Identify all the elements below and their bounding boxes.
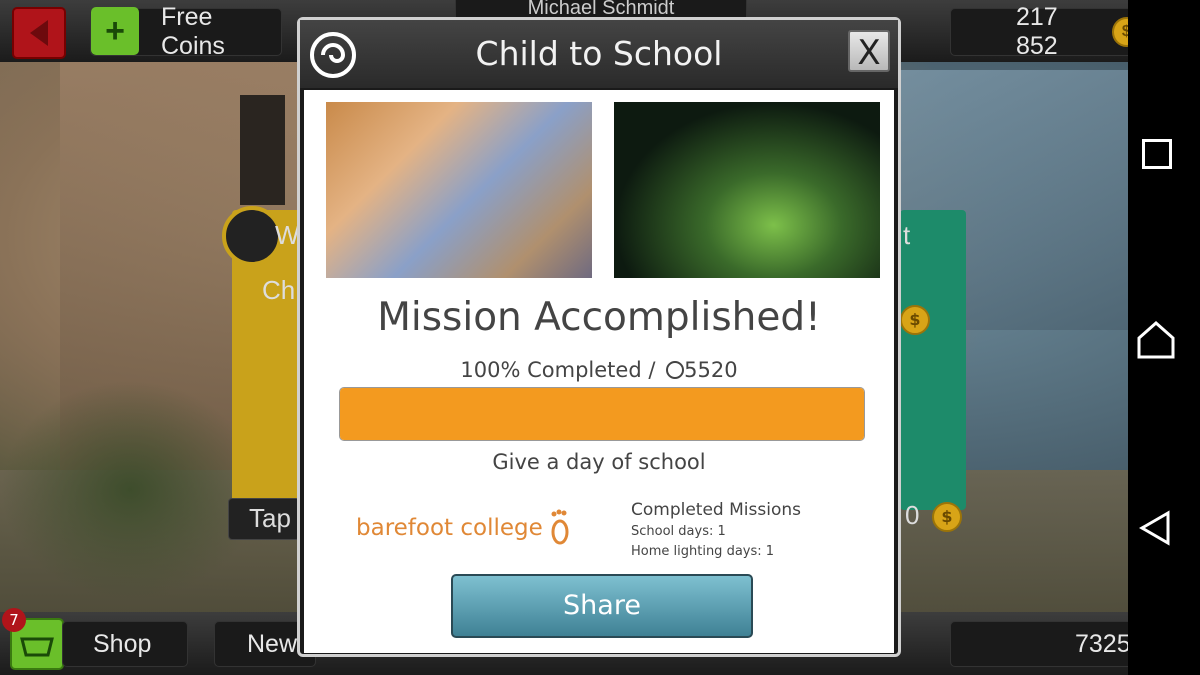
- mission-headline: Mission Accomplished!: [377, 295, 821, 340]
- progress-prefix: 100% Completed /: [460, 358, 656, 382]
- right-card-coin-icon-2: $: [932, 502, 962, 532]
- dialog-title: Child to School: [475, 34, 723, 73]
- progress-summary: 100% Completed / 5520: [304, 358, 894, 382]
- swirl-logo-icon: [666, 361, 685, 379]
- nav-home-icon[interactable]: [1136, 320, 1176, 360]
- add-coins-plus-button[interactable]: +: [91, 7, 139, 55]
- plus-icon: +: [105, 11, 125, 50]
- back-arrow-icon: [30, 20, 48, 46]
- cause-label: Give a day of school: [492, 450, 706, 474]
- left-card-title: W: [275, 220, 300, 250]
- share-button[interactable]: Share: [451, 574, 753, 638]
- right-card-coin-icon: $: [900, 305, 930, 335]
- basket-icon: [20, 637, 54, 657]
- progress-bar-fill: [340, 388, 864, 440]
- notification-badge: 7: [2, 608, 26, 632]
- completed-missions-title: Completed Missions: [631, 500, 801, 520]
- shop-label: Shop: [93, 629, 152, 658]
- right-mission-card[interactable]: [900, 210, 966, 510]
- dialog-body: Mission Accomplished! 100% Completed / 5…: [304, 90, 894, 653]
- coin-balance: 217 852: [1016, 3, 1058, 60]
- news-label: New: [247, 629, 298, 658]
- free-coins-button[interactable]: + Free Coins: [90, 3, 282, 60]
- children-photo-1: [326, 102, 592, 278]
- points-balance-pill[interactable]: 7325: [950, 621, 1142, 667]
- mission-dialog: Child to School X Mission Accomplished! …: [297, 17, 901, 657]
- right-card-value: 0: [905, 500, 920, 530]
- left-card-tap-button[interactable]: Tap: [228, 498, 300, 540]
- points-balance: 7325: [1075, 629, 1131, 658]
- coin-balance-pill[interactable]: 217 852 $: [950, 3, 1142, 60]
- school-days: School days: 1: [631, 524, 726, 539]
- partner-name: barefoot college: [356, 515, 543, 541]
- foliage: [0, 380, 260, 600]
- close-button[interactable]: X: [848, 30, 890, 73]
- free-coins-label: Free Coins: [161, 3, 225, 60]
- progress-points: 5520: [684, 358, 738, 382]
- right-card-title: t: [903, 220, 911, 250]
- close-icon: X: [857, 33, 881, 73]
- nav-square-icon[interactable]: [1142, 139, 1172, 169]
- left-card-tap-label: Tap: [249, 503, 291, 533]
- card-avatar-icon: [222, 206, 282, 266]
- footprint-icon: [551, 509, 569, 545]
- progress-bar: [339, 387, 865, 441]
- share-label: Share: [563, 590, 641, 621]
- children-photo-2: [614, 102, 880, 278]
- shop-button[interactable]: Shop: [62, 621, 188, 667]
- building-window: [240, 95, 285, 205]
- lighting-days: Home lighting days: 1: [631, 544, 775, 559]
- left-card-subtitle: Ch: [262, 275, 296, 305]
- nav-back-icon[interactable]: [1138, 510, 1172, 546]
- back-button[interactable]: [12, 7, 66, 59]
